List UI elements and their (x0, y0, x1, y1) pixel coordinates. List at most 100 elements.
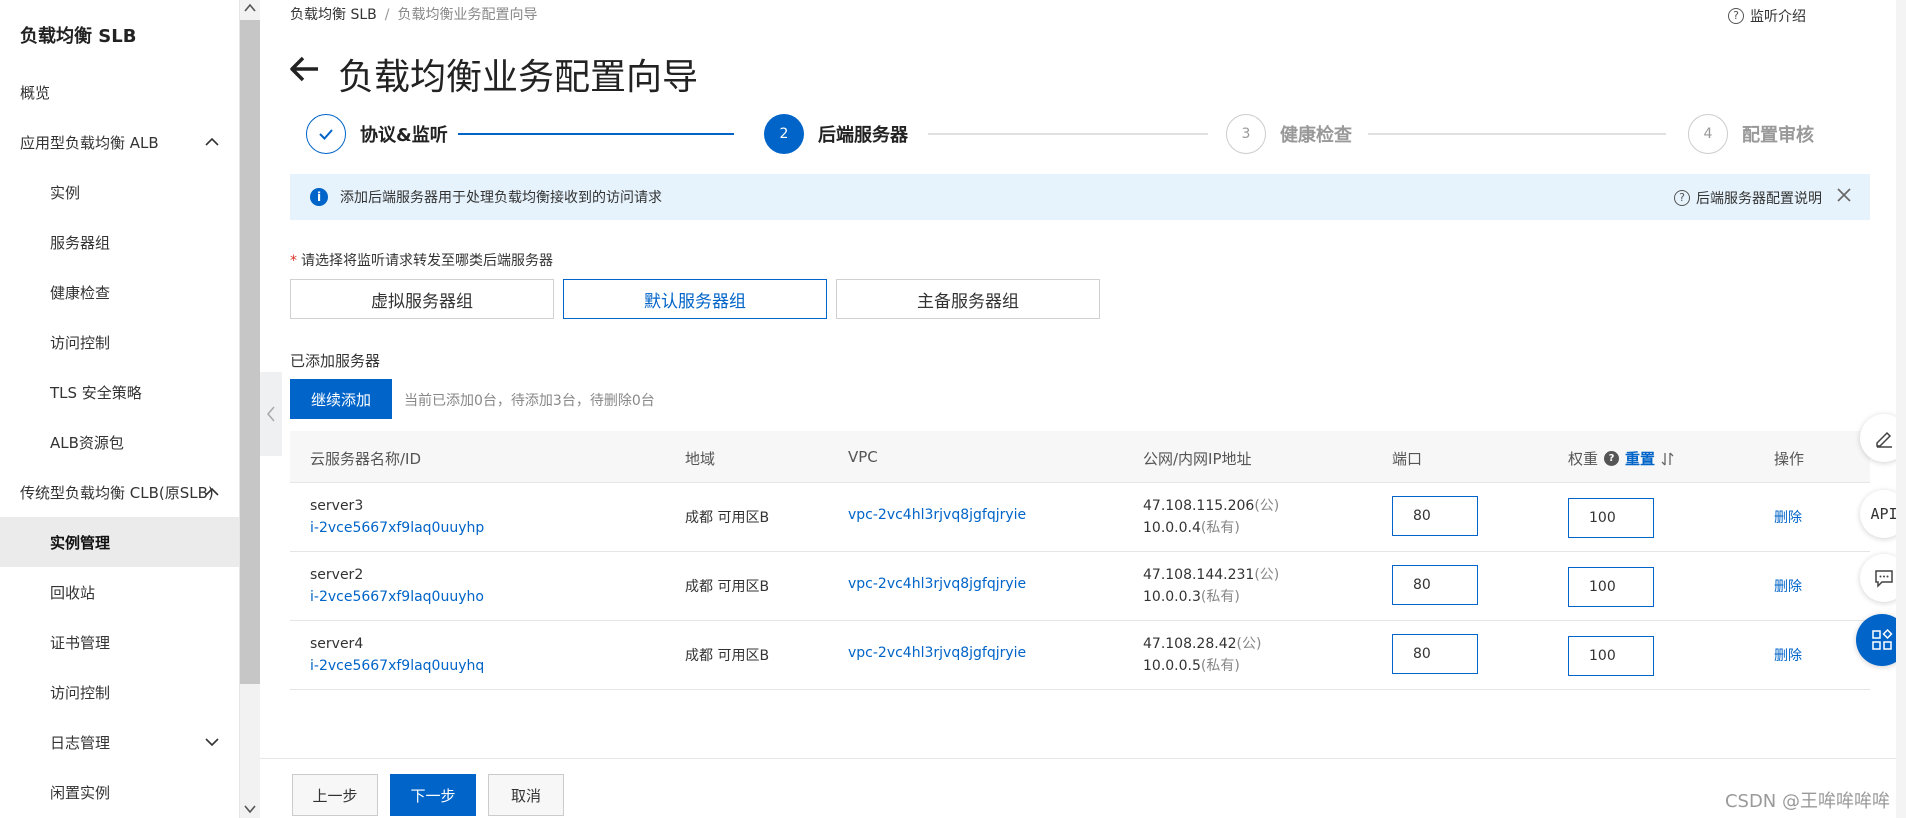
server-vpc-link[interactable]: vpc-2vc4hl3rjvq8jgfqjryie (848, 507, 1026, 523)
scroll-down-arrow-icon[interactable] (243, 803, 257, 815)
api-label: API (1870, 505, 1898, 523)
chevron-left-icon (266, 406, 275, 422)
port-input[interactable]: 80 (1392, 565, 1478, 605)
server-vpc-link[interactable]: vpc-2vc4hl3rjvq8jgfqjryie (848, 645, 1026, 661)
page-title: 负载均衡业务配置向导 (338, 57, 699, 98)
sidebar-item-alb-package[interactable]: ALB资源包 (0, 417, 239, 467)
sidebar-item-label: 访问控制 (50, 683, 111, 702)
breadcrumb: 负载均衡 SLB / 负载均衡业务配置向导 (290, 4, 537, 24)
sidebar-item-instance-management[interactable]: 实例管理 (0, 517, 239, 567)
reset-weight-link[interactable]: 重置 (1625, 448, 1655, 469)
back-arrow-icon[interactable] (288, 54, 322, 84)
sidebar-item-alb-instance[interactable]: 实例 (0, 167, 239, 217)
sidebar-item-label: 健康检查 (50, 283, 111, 302)
sidebar-item-certificates[interactable]: 证书管理 (0, 617, 239, 667)
server-ip-cell: 47.108.115.206(公) 10.0.0.4(私有) (1143, 495, 1279, 539)
sidebar-item-tls-policy[interactable]: TLS 安全策略 (0, 367, 239, 417)
sidebar-title: 负载均衡 SLB (20, 26, 137, 47)
column-header-weight-label: 权重 (1568, 450, 1599, 468)
question-circle-icon: ? (1674, 190, 1690, 206)
server-id-link[interactable]: i-2vce5667xf9laq0uuyhq (310, 655, 484, 677)
backend-server-table: 云服务器名称/ID 地域 VPC 公网/内网IP地址 端口 权重 ? 重置 操作… (290, 431, 1870, 690)
sidebar-item-alb[interactable]: 应用型负载均衡 ALB (0, 117, 239, 167)
sidebar-item-label: 证书管理 (50, 633, 111, 652)
column-header-action: 操作 (1774, 450, 1805, 468)
column-header-weight: 权重 ? 重置 (1568, 448, 1675, 469)
server-vpc-link[interactable]: vpc-2vc4hl3rjvq8jgfqjryie (848, 576, 1026, 592)
breadcrumb-root[interactable]: 负载均衡 SLB (290, 7, 377, 23)
sidebar-item-log-management[interactable]: 日志管理 (0, 717, 239, 767)
step-number-circle: 3 (1226, 114, 1266, 154)
question-circle-icon[interactable]: ? (1604, 451, 1620, 466)
sidebar-item-clb[interactable]: 传统型负载均衡 CLB(原SLB) (0, 467, 239, 517)
virtual-server-group-option[interactable]: 虚拟服务器组 (290, 279, 554, 319)
sidebar-item-access-control-alb[interactable]: 访问控制 (0, 317, 239, 367)
sidebar-item-access-control-clb[interactable]: 访问控制 (0, 667, 239, 717)
sidebar-item-label: 传统型负载均衡 CLB(原SLB) (20, 483, 214, 502)
private-ip-tag: (私有) (1200, 658, 1240, 674)
private-ip-tag: (私有) (1200, 520, 1240, 536)
sidebar-item-label: TLS 安全策略 (50, 383, 142, 402)
delete-link[interactable]: 删除 (1774, 645, 1802, 665)
delete-link[interactable]: 删除 (1774, 507, 1802, 527)
next-step-button[interactable]: 下一步 (390, 774, 476, 816)
sidebar-item-recycle-bin[interactable]: 回收站 (0, 567, 239, 617)
step-connector (928, 133, 1208, 135)
table-row: server4 i-2vce5667xf9laq0uuyhq 成都 可用区B v… (290, 621, 1870, 690)
footer-action-bar: 上一步 下一步 取消 CSDN @王哞哞哞哞 (260, 758, 1906, 818)
server-region: 成都 可用区B (685, 510, 770, 526)
breadcrumb-current: 负载均衡业务配置向导 (397, 7, 538, 23)
cancel-button[interactable]: 取消 (488, 774, 564, 816)
weight-input[interactable]: 100 (1568, 636, 1654, 676)
sidebar-item-health-check[interactable]: 健康检查 (0, 267, 239, 317)
server-name: server2 (310, 567, 364, 583)
step-health-check: 3 健康检查 (1226, 114, 1352, 154)
sidebar-item-server-group[interactable]: 服务器组 (0, 217, 239, 267)
column-header-ip: 公网/内网IP地址 (1143, 450, 1252, 468)
private-ip: 10.0.0.4 (1143, 520, 1201, 536)
weight-input[interactable]: 100 (1568, 498, 1654, 538)
step-label: 后端服务器 (818, 125, 908, 146)
scroll-up-arrow-icon[interactable] (243, 2, 257, 14)
watermark: CSDN @王哞哞哞哞 (1724, 791, 1890, 812)
continue-add-button[interactable]: 继续添加 (290, 379, 392, 419)
sidebar-item-idle-instances[interactable]: 闲置实例 (0, 767, 239, 817)
sort-icon[interactable] (1661, 451, 1675, 467)
sidebar-collapse-toggle[interactable] (260, 372, 282, 456)
server-region: 成都 可用区B (685, 648, 770, 664)
table-row: server2 i-2vce5667xf9laq0uuyho 成都 可用区B v… (290, 552, 1870, 621)
server-name-cell: server2 i-2vce5667xf9laq0uuyho (310, 564, 484, 608)
primary-backup-server-group-option[interactable]: 主备服务器组 (836, 279, 1100, 319)
sidebar-item-label: 服务器组 (50, 233, 111, 252)
previous-step-button[interactable]: 上一步 (292, 774, 378, 816)
server-id-link[interactable]: i-2vce5667xf9laq0uuyho (310, 586, 484, 608)
step-number-circle: 2 (764, 114, 804, 154)
chevron-up-icon (205, 487, 219, 496)
server-id-link[interactable]: i-2vce5667xf9laq0uuyhp (310, 517, 484, 539)
step-number-circle: 4 (1688, 114, 1728, 154)
step-backend-servers: 2 后端服务器 (764, 114, 908, 154)
port-input[interactable]: 80 (1392, 496, 1478, 536)
server-name: server3 (310, 498, 364, 514)
step-label: 健康检查 (1280, 125, 1352, 146)
sidebar-item-overview[interactable]: 概览 (0, 67, 239, 117)
page-scrollbar[interactable] (1896, 0, 1906, 818)
port-input[interactable]: 80 (1392, 634, 1478, 674)
public-ip-tag: (公) (1236, 636, 1262, 652)
sidebar-item-label: 回收站 (50, 583, 96, 602)
sidebar-scrollbar-thumb[interactable] (240, 20, 260, 684)
table-header: 云服务器名称/ID 地域 VPC 公网/内网IP地址 端口 权重 ? 重置 操作 (290, 431, 1870, 483)
backend-config-help-link[interactable]: ? 后端服务器配置说明 (1674, 188, 1822, 208)
weight-input[interactable]: 100 (1568, 567, 1654, 607)
default-server-group-option[interactable]: 默认服务器组 (563, 279, 827, 319)
close-icon[interactable] (1836, 187, 1852, 203)
server-name: server4 (310, 636, 364, 652)
apps-grid-icon (1872, 628, 1893, 650)
chevron-down-icon (205, 738, 219, 747)
server-name-cell: server4 i-2vce5667xf9laq0uuyhq (310, 633, 484, 677)
delete-link[interactable]: 删除 (1774, 576, 1802, 596)
edit-icon (1876, 431, 1892, 448)
info-banner: i 添加后端服务器用于处理负载均衡接收到的访问请求 ? 后端服务器配置说明 (290, 174, 1870, 220)
sidebar-scrollbar[interactable] (240, 0, 260, 818)
listener-help-link[interactable]: ? 监听介绍 (1728, 6, 1806, 26)
